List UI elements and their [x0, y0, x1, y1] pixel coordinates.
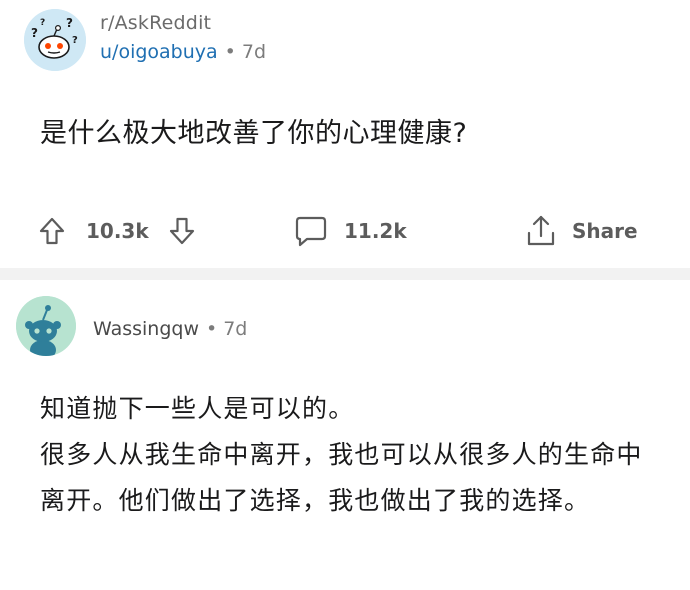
- downvote-arrow-icon: [169, 217, 195, 245]
- comment-bubble-icon: [295, 216, 327, 247]
- svg-text:?: ?: [40, 18, 45, 28]
- confused-snoo-icon: ? ? ? ?: [24, 9, 86, 71]
- post-title[interactable]: 是什么极大地改善了你的心理健康?: [40, 111, 467, 150]
- post-author-link[interactable]: u/oigoabuya: [100, 41, 218, 63]
- post-age: 7d: [241, 41, 267, 63]
- share-icon: [527, 215, 555, 246]
- comment-author[interactable]: Wassingqw: [93, 318, 199, 340]
- upvote-arrow-icon: [39, 217, 65, 245]
- meta-separator: •: [224, 41, 236, 63]
- comment-body: 知道抛下一些人是可以的。 很多人从我生命中离开，我也可以从很多人的生命中离开。他…: [40, 386, 665, 524]
- comment-card: Wassingqw • 7d 知道抛下一些人是可以的。 很多人从我生命中离开，我也可…: [0, 280, 690, 590]
- comments-button[interactable]: 11.2k: [294, 208, 407, 254]
- snoo-icon: [16, 296, 76, 356]
- svg-text:?: ?: [66, 16, 73, 30]
- svg-text:?: ?: [31, 26, 38, 40]
- commenter-avatar[interactable]: [16, 296, 76, 356]
- share-button[interactable]: Share: [524, 208, 638, 254]
- post-card: ? ? ? ? r/AskReddit u/oigoabuya • 7d 是什么极大…: [0, 0, 690, 268]
- comment-count: 11.2k: [344, 219, 407, 243]
- section-divider: [0, 268, 690, 280]
- vote-score: 10.3k: [86, 219, 149, 243]
- comment-paragraph: 知道抛下一些人是可以的。: [40, 394, 355, 423]
- share-label: Share: [572, 219, 638, 243]
- comment-paragraph: 很多人从我生命中离开，我也可以从很多人的生命中离开。他们做出了选择，我也做出了我…: [40, 440, 643, 515]
- comment-meta: Wassingqw • 7d: [93, 318, 247, 340]
- meta-separator: •: [206, 318, 218, 340]
- subreddit-name[interactable]: r/AskReddit: [100, 12, 211, 34]
- subreddit-avatar[interactable]: ? ? ? ?: [24, 9, 86, 71]
- post-meta: u/oigoabuya • 7d: [100, 41, 266, 63]
- comment-age: 7d: [223, 318, 248, 340]
- upvote-button[interactable]: [38, 208, 66, 254]
- post-action-bar: 10.3k 11.2k Share: [0, 208, 690, 254]
- svg-text:?: ?: [72, 35, 78, 46]
- downvote-button[interactable]: [168, 208, 196, 254]
